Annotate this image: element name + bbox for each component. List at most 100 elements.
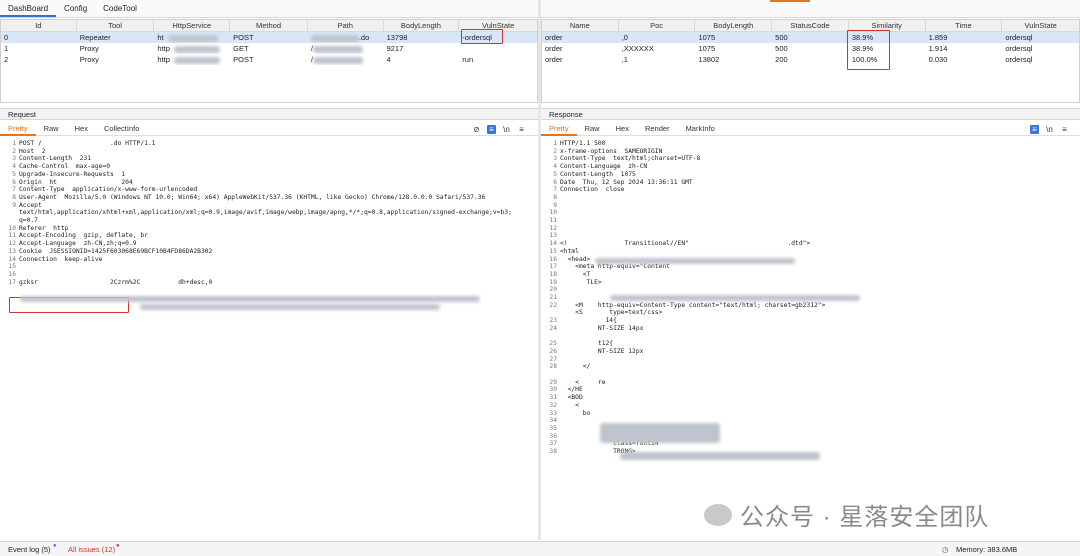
clock-icon: ◷: [942, 545, 949, 554]
cell-poc: ,1: [621, 55, 628, 64]
line-number: 8: [553, 193, 557, 201]
code-line: Connection keep-alive: [19, 255, 103, 263]
tab-hex[interactable]: Hex: [608, 122, 637, 136]
code-line: HTTP/1.1 500: [560, 140, 606, 147]
col-tool[interactable]: Tool: [77, 20, 155, 31]
redacted-line: [140, 304, 440, 310]
tab-collectinfo[interactable]: CollectInfo: [96, 122, 147, 136]
redacted-line: [620, 452, 820, 460]
cell-vulnstate: ordersql: [1005, 55, 1033, 64]
table-row[interactable]: order ,1 13802 200 100.0% 0.030 ordersql: [542, 54, 1079, 65]
tab-render[interactable]: Render: [637, 122, 678, 136]
line-number: 31: [549, 394, 557, 402]
code-line: NT-SIZE 12px: [560, 347, 644, 355]
issues-dot-icon: ●: [116, 543, 120, 549]
cell-id: 0: [4, 33, 9, 42]
col-vulnstate[interactable]: VulnState: [1002, 20, 1079, 31]
poc-results-table[interactable]: Name Poc BodyLength StatusCode Similarit…: [541, 19, 1080, 103]
line-number: 17: [549, 263, 557, 271]
col-statuscode[interactable]: StatusCode: [772, 20, 849, 31]
cell-method: GET: [233, 44, 249, 53]
tab-codetool[interactable]: CodeTool: [95, 0, 145, 17]
newline-icon[interactable]: \n: [502, 125, 511, 134]
col-path[interactable]: Path: [308, 20, 384, 31]
code-line: Content-Type text/html;charset=UTF-8: [560, 155, 701, 163]
line-number: 5: [553, 170, 557, 178]
line-number: 27: [549, 355, 557, 363]
line-number: 35: [549, 424, 557, 432]
table-row[interactable]: 2 Proxy http POST / 4 run: [1, 54, 537, 65]
cell-time: 1.859: [928, 33, 948, 42]
line-number: 15: [8, 263, 16, 271]
tab-raw[interactable]: Raw: [577, 122, 608, 136]
code-line: <! Transitional//EN" .dtd">: [560, 240, 811, 248]
line-number: 34: [549, 417, 557, 425]
col-bodylength[interactable]: BodyLength: [384, 20, 460, 31]
history-table[interactable]: Id Tool HttpService Method Path BodyLeng…: [0, 19, 538, 103]
cell-httpservice: ht: [154, 32, 230, 43]
panel-divider[interactable]: [538, 0, 541, 540]
table-row[interactable]: 1 Proxy http GET / 9217: [1, 43, 537, 54]
cell-name: order: [545, 33, 563, 42]
line-number: 2: [553, 147, 557, 155]
code-line: Content-Length 231: [19, 155, 92, 163]
table-row[interactable]: order ,XXXXXX 1075 500 38.9% 1.914 order…: [542, 43, 1079, 54]
menu-icon[interactable]: ≡: [1060, 125, 1069, 134]
tab-pretty[interactable]: Pretty: [541, 122, 577, 136]
cell-poc: ,0: [621, 33, 628, 42]
code-line: <M http-equiv=Content-Type content="text…: [560, 301, 826, 309]
event-log-link[interactable]: Event log (5): [8, 542, 51, 556]
menu-icon[interactable]: ≡: [517, 125, 526, 134]
cell-path: /: [308, 43, 384, 54]
cell-vulnstate: [459, 43, 537, 54]
col-method[interactable]: Method: [230, 20, 308, 31]
cell-vulnstate: ordersql: [1005, 33, 1033, 42]
cell-httpservice: http: [154, 54, 230, 65]
all-issues-link[interactable]: All issues (12): [68, 542, 115, 556]
col-time[interactable]: Time: [926, 20, 1003, 31]
col-httpservice[interactable]: HttpService: [154, 20, 231, 31]
tab-dashboard[interactable]: DashBoard: [0, 0, 57, 17]
code-line: <meta http-equiv="Content: [560, 263, 670, 271]
cell-poc: ,XXXXXX: [621, 44, 654, 53]
code-line: <html: [560, 247, 579, 255]
response-editor[interactable]: 1 HTTP/1.1 500 2 x-frame-options SAMEORIGIN…: [543, 138, 1078, 538]
line-number: 22: [549, 301, 557, 309]
response-tabs: Pretty Raw Hex Render MarkInfo: [541, 122, 1080, 136]
line-number: 18: [549, 270, 557, 278]
col-bodylength[interactable]: BodyLength: [695, 20, 773, 31]
line-number: 5: [12, 170, 16, 178]
eye-slash-icon[interactable]: ⊘: [472, 125, 481, 134]
cell-tool: Proxy: [79, 55, 99, 64]
newline-icon[interactable]: \n: [1045, 125, 1054, 134]
line-number: 23: [549, 317, 557, 325]
code-line: Content-Type application/x-www-form-urle…: [19, 186, 198, 194]
line-number: 13: [8, 247, 16, 255]
line-number: 1: [553, 140, 557, 147]
tab-raw[interactable]: Raw: [36, 122, 67, 136]
tab-hex[interactable]: Hex: [67, 122, 96, 136]
table-row[interactable]: 0 Repeater ht POST .do 13798 -ordersql: [1, 32, 537, 43]
col-id[interactable]: Id: [1, 20, 77, 31]
line-number: 37: [549, 440, 557, 448]
line-number: 12: [8, 240, 16, 248]
code-line: < re: [560, 378, 606, 386]
wrap-list-icon[interactable]: ≡: [1030, 124, 1039, 134]
tab-pretty[interactable]: Pretty: [0, 122, 36, 136]
cell-path: .do: [308, 32, 384, 43]
col-name[interactable]: Name: [542, 20, 619, 31]
line-number: 2: [12, 147, 16, 155]
line-number: 16: [8, 270, 16, 278]
line-number: 11: [8, 232, 16, 240]
redacted-line: [595, 258, 795, 264]
tab-markinfo[interactable]: MarkInfo: [678, 122, 723, 136]
wrap-list-icon[interactable]: ≡: [487, 124, 496, 134]
request-editor[interactable]: 1 POST / .do HTTP/1.1 2 Host 2 3 Content-Leng…: [2, 138, 536, 538]
request-toolbar: ⊘ ≡ \n ≡: [472, 122, 526, 136]
similarity-highlight-box: [847, 30, 890, 70]
table-row[interactable]: order ,0 1075 500 38.9% 1.859 ordersql: [542, 32, 1079, 43]
tab-config[interactable]: Config: [56, 0, 95, 17]
col-poc[interactable]: Poc: [619, 20, 696, 31]
line-number: 14: [8, 255, 16, 263]
cell-bodylength: 13798: [386, 33, 408, 42]
